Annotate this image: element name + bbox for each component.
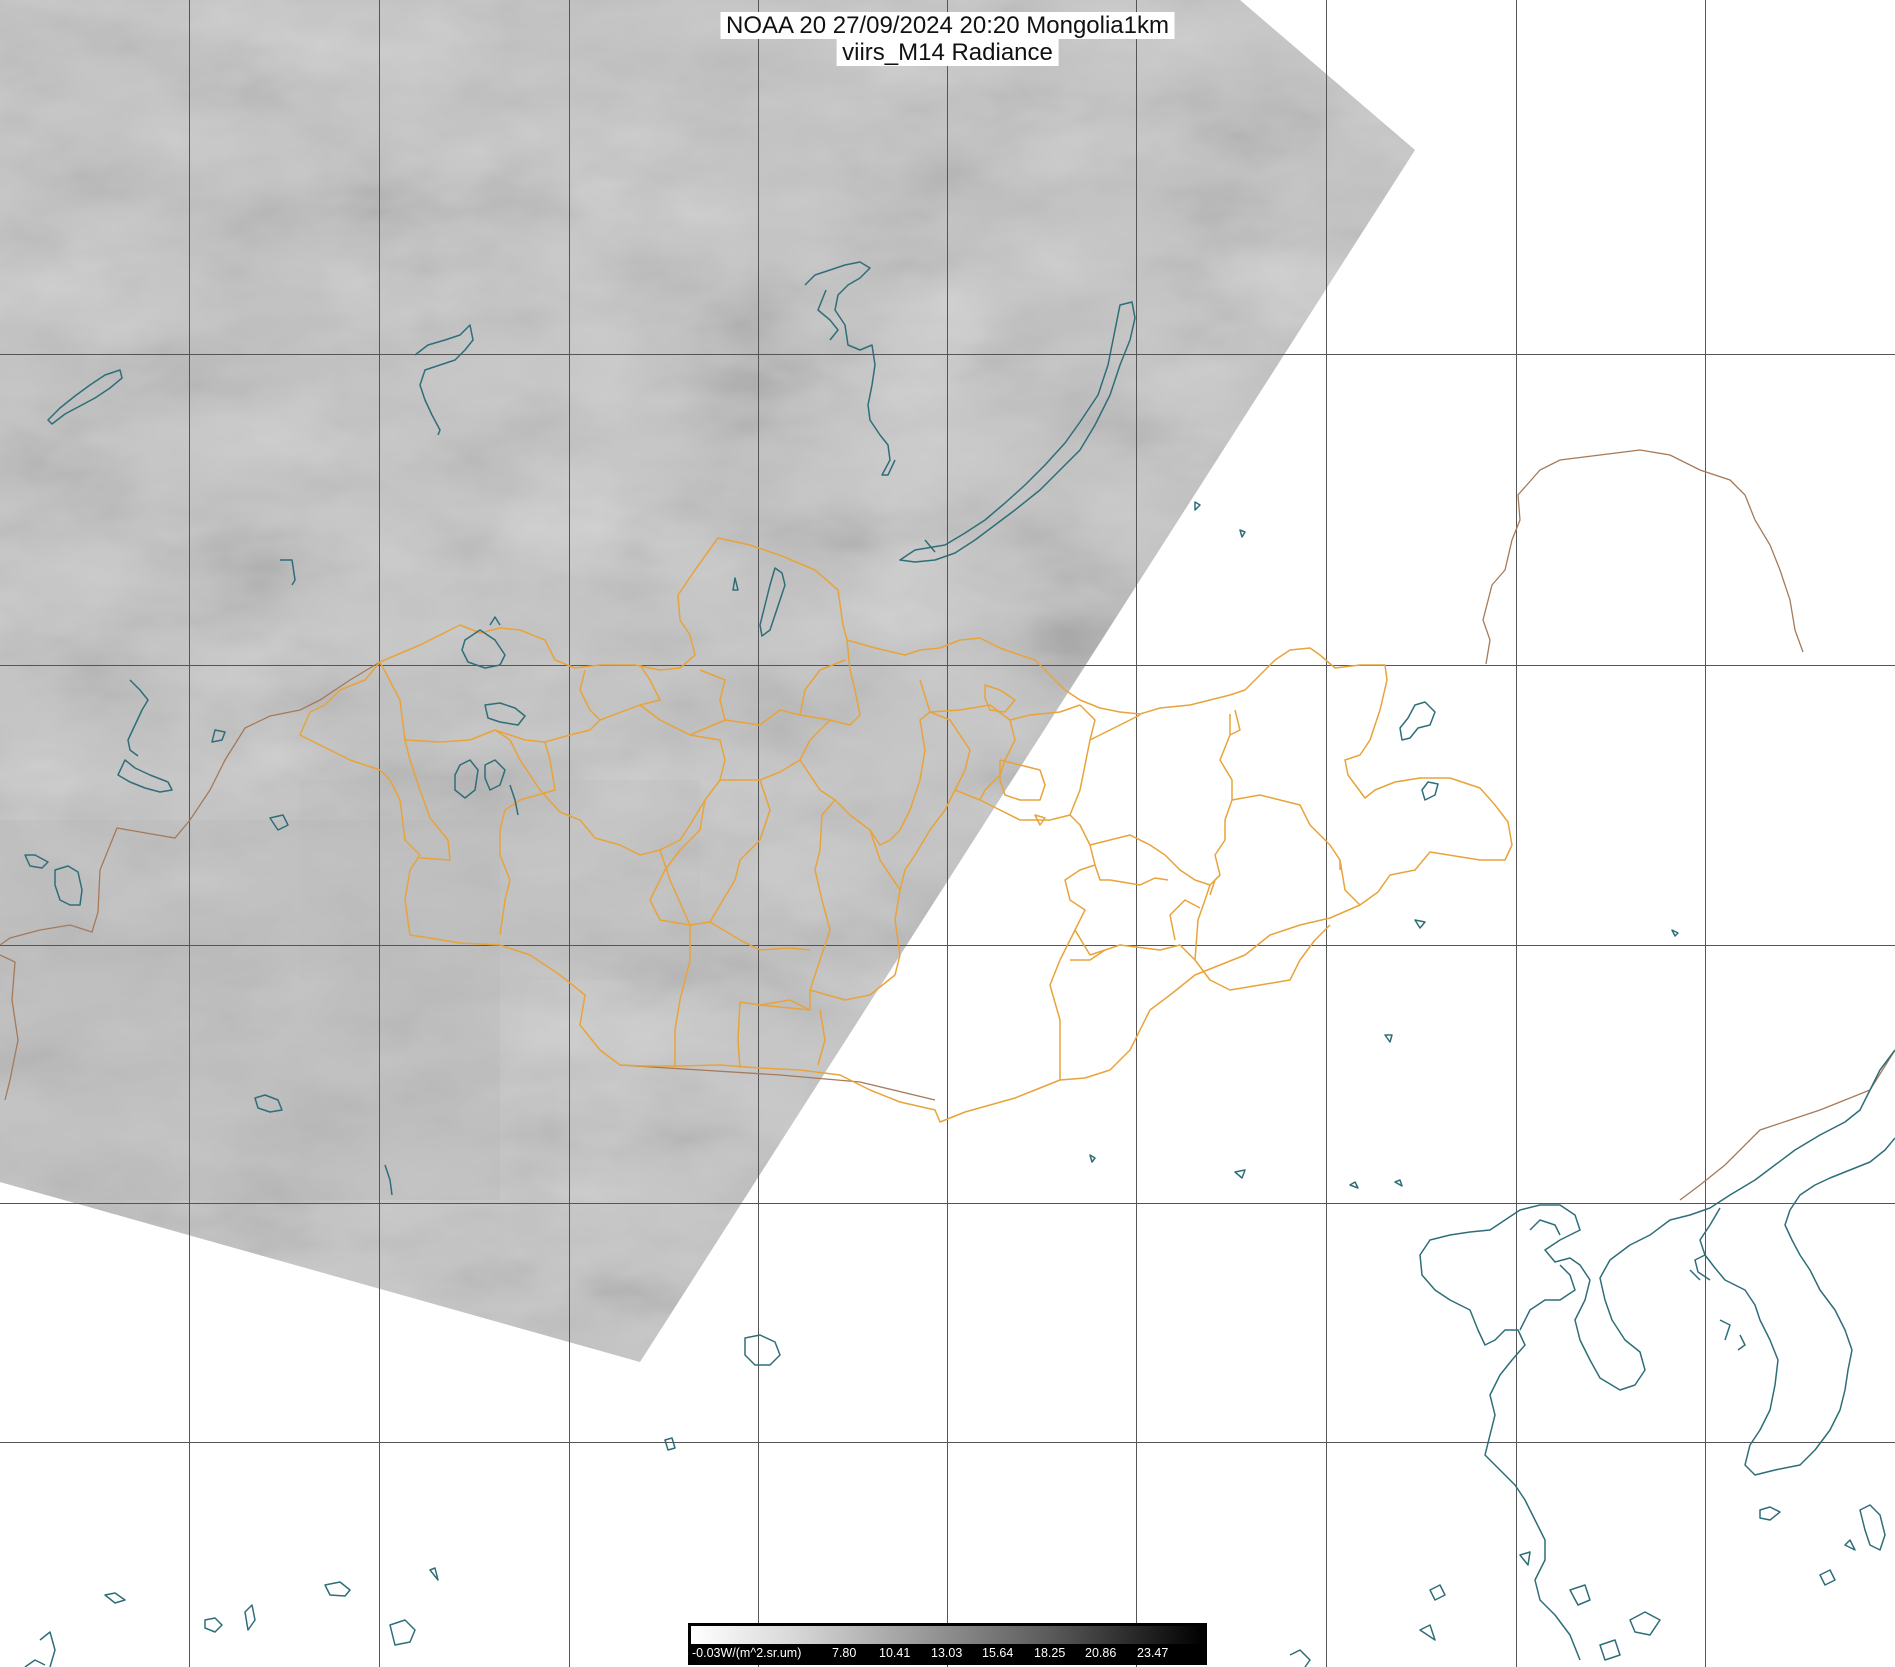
image-title-line-1: NOAA 20 27/09/2024 20:20 Mongolia1km — [720, 12, 1175, 39]
radiance-colorbar: -0.03W/(m^2.sr.um) 7.80 10.41 13.03 15.6… — [688, 1623, 1207, 1665]
colorbar-tick-label: 23.47 — [1137, 1646, 1169, 1660]
colorbar-gradient — [691, 1626, 1204, 1644]
colorbar-unit-label: -0.03W/(m^2.sr.um) — [692, 1646, 802, 1660]
colorbar-tick-label: 15.64 — [982, 1646, 1014, 1660]
colorbar-tick-label: 20.86 — [1085, 1646, 1117, 1660]
colorbar-tick-label: 10.41 — [879, 1646, 911, 1660]
colorbar-tick-label: 7.80 — [832, 1646, 857, 1660]
colorbar-tick-label: 13.03 — [931, 1646, 963, 1660]
image-title-line-2: viirs_M14 Radiance — [836, 39, 1059, 66]
satellite-map-view[interactable]: NOAA 20 27/09/2024 20:20 Mongolia1km vii… — [0, 0, 1895, 1667]
colorbar-tick-label: 18.25 — [1034, 1646, 1066, 1660]
colorbar-labels: -0.03W/(m^2.sr.um) 7.80 10.41 13.03 15.6… — [689, 1646, 1206, 1662]
map-layers — [0, 0, 1895, 1667]
